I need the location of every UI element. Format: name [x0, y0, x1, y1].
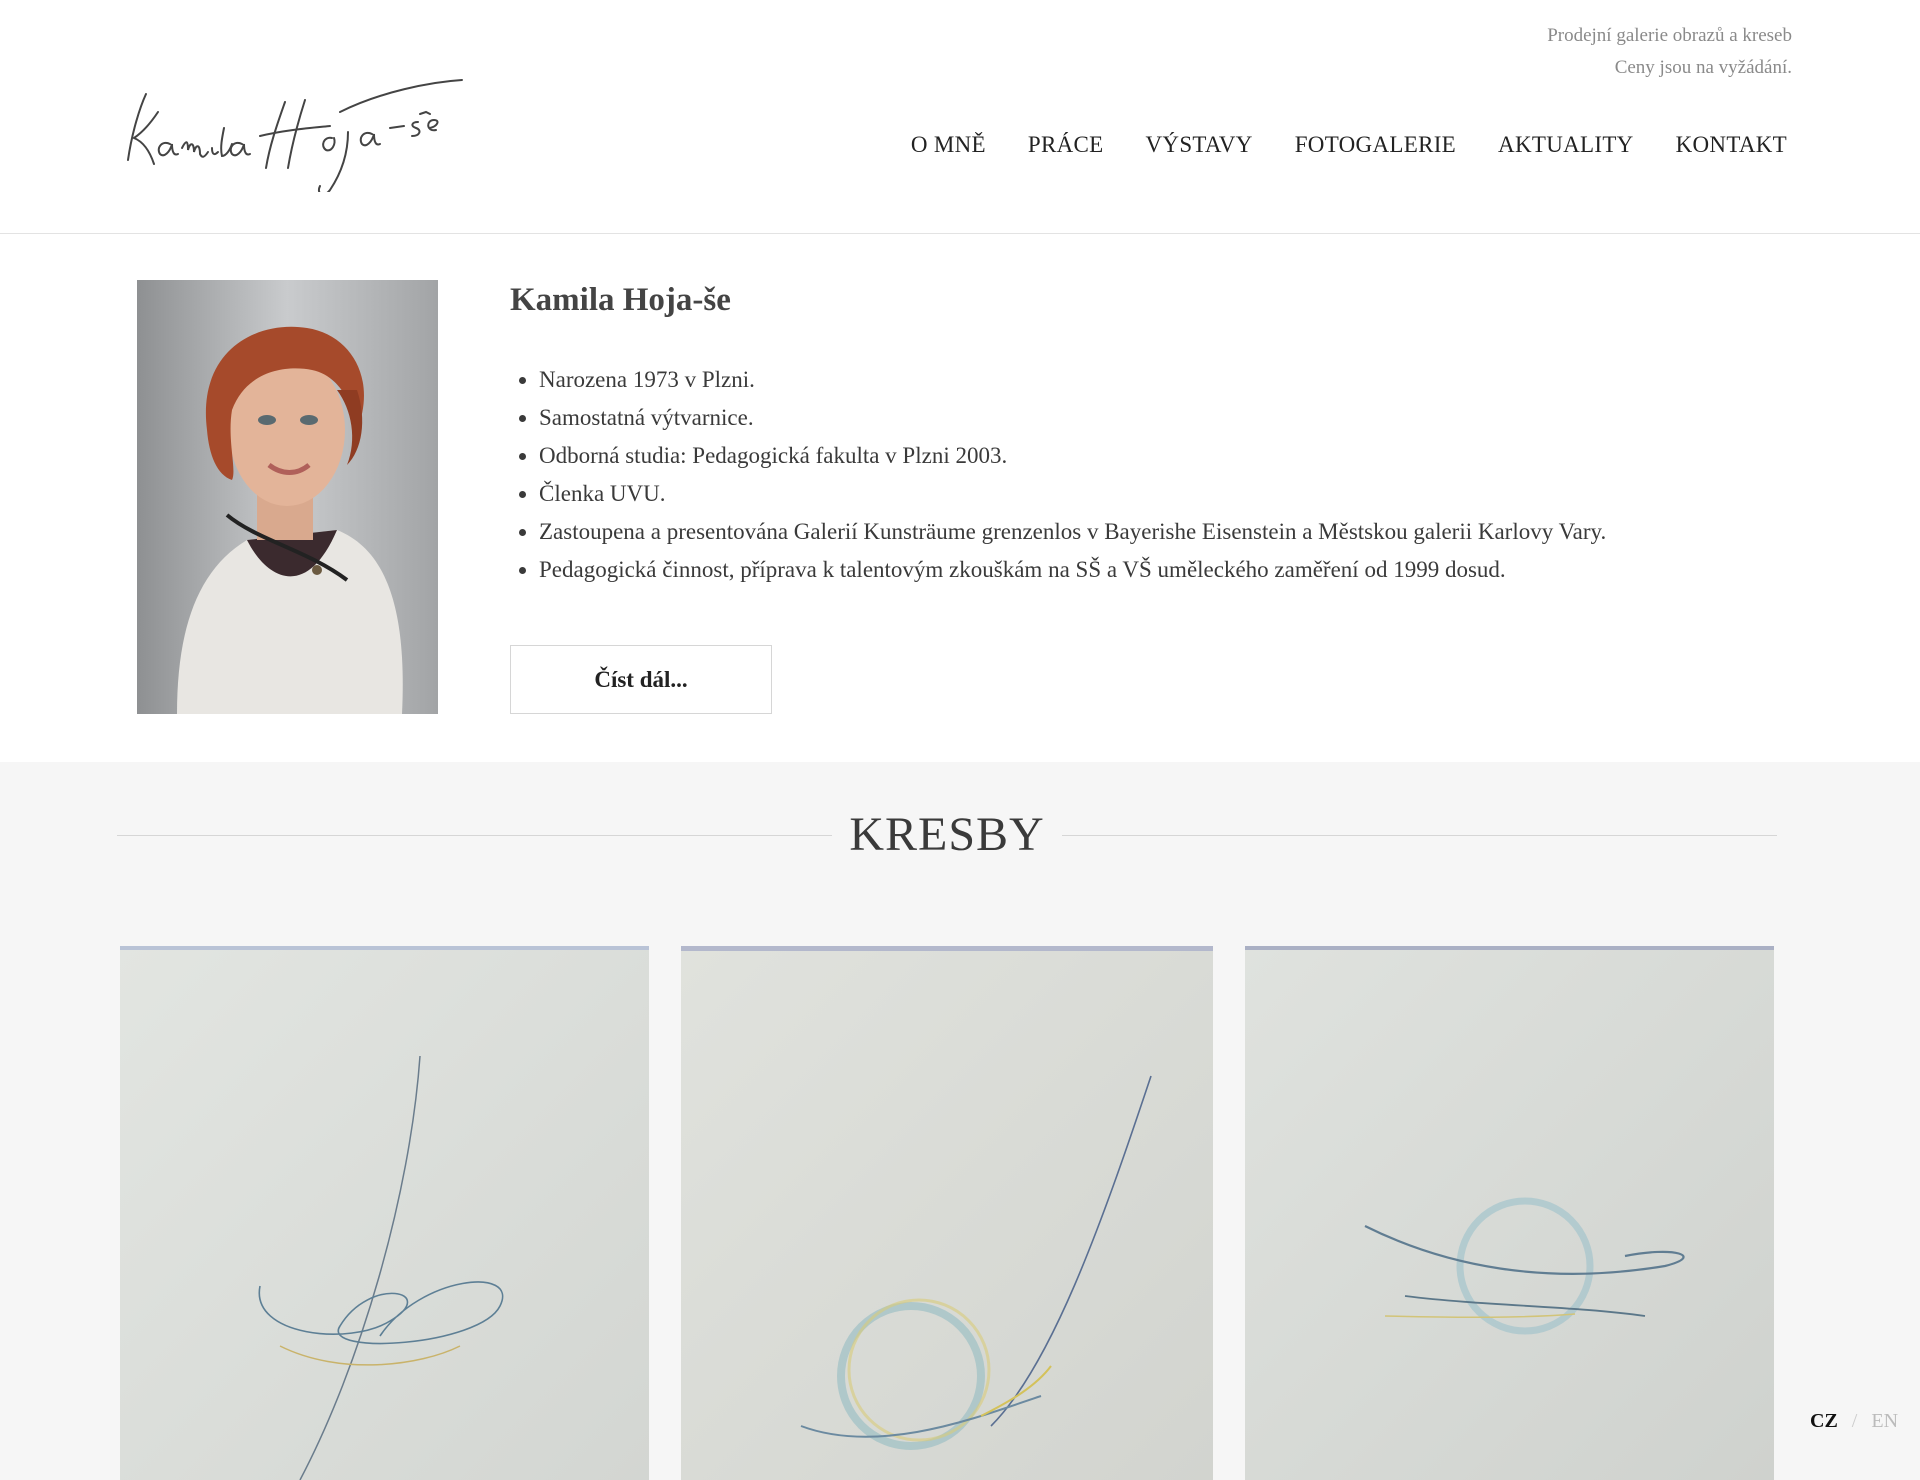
- tagline-line1: Prodejní galerie obrazů a kreseb: [1547, 25, 1792, 46]
- language-switcher: CZ / EN: [1810, 1410, 1898, 1433]
- list-item: Pedagogická činnost, příprava k talentov…: [539, 551, 1810, 589]
- bio: Kamila Hoja-še Narozena 1973 v Plzni. Sa…: [510, 282, 1810, 589]
- drawing-image: [120, 946, 649, 1480]
- lang-cz[interactable]: CZ: [1810, 1410, 1838, 1433]
- lang-separator: /: [1851, 1410, 1858, 1432]
- nav-item-kontakt[interactable]: KONTAKT: [1676, 132, 1787, 158]
- list-item: Odborná studia: Pedagogická fakulta v Pl…: [539, 437, 1810, 475]
- list-item: Samostatná výtvarnice.: [539, 399, 1810, 437]
- nav-item-prace[interactable]: PRÁCE: [1028, 132, 1104, 158]
- tagline: Prodejní galerie obrazů a kreseb Ceny js…: [1547, 20, 1792, 84]
- site-header: Prodejní galerie obrazů a kreseb Ceny js…: [0, 0, 1920, 234]
- about-section: Kamila Hoja-še Narozena 1973 v Plzni. Sa…: [0, 234, 1920, 762]
- signature-logo: [127, 79, 463, 196]
- section-heading: KRESBY: [117, 805, 1777, 865]
- drawing-card[interactable]: [1245, 946, 1774, 1480]
- main-nav: O MNĚ PRÁCE VÝSTAVY FOTOGALERIE AKTUALIT…: [911, 132, 1787, 158]
- list-item: Zastoupena a presentována Galerií Kunstr…: [539, 513, 1810, 551]
- bio-list: Narozena 1973 v Plzni. Samostatná výtvar…: [510, 361, 1810, 589]
- nav-item-o-mne[interactable]: O MNĚ: [911, 132, 986, 158]
- drawing-image: [1245, 946, 1774, 1480]
- nav-item-aktuality[interactable]: AKTUALITY: [1498, 132, 1634, 158]
- list-item: Členka UVU.: [539, 475, 1810, 513]
- read-more-button[interactable]: Číst dál...: [510, 645, 772, 714]
- heading-divider-right: [1062, 835, 1777, 836]
- nav-item-fotogalerie[interactable]: FOTOGALERIE: [1295, 132, 1456, 158]
- artist-name: Kamila Hoja-še: [510, 282, 731, 318]
- drawing-card[interactable]: [681, 946, 1213, 1480]
- list-item: Narozena 1973 v Plzni.: [539, 361, 1810, 399]
- artist-portrait: [137, 280, 438, 714]
- nav-item-vystavy[interactable]: VÝSTAVY: [1146, 132, 1253, 158]
- drawing-image: [681, 946, 1213, 1480]
- drawing-card[interactable]: [120, 946, 649, 1480]
- tagline-line2: Ceny jsou na vyžádání.: [1614, 57, 1792, 78]
- lang-en[interactable]: EN: [1871, 1410, 1898, 1433]
- logo-signature[interactable]: [110, 72, 470, 196]
